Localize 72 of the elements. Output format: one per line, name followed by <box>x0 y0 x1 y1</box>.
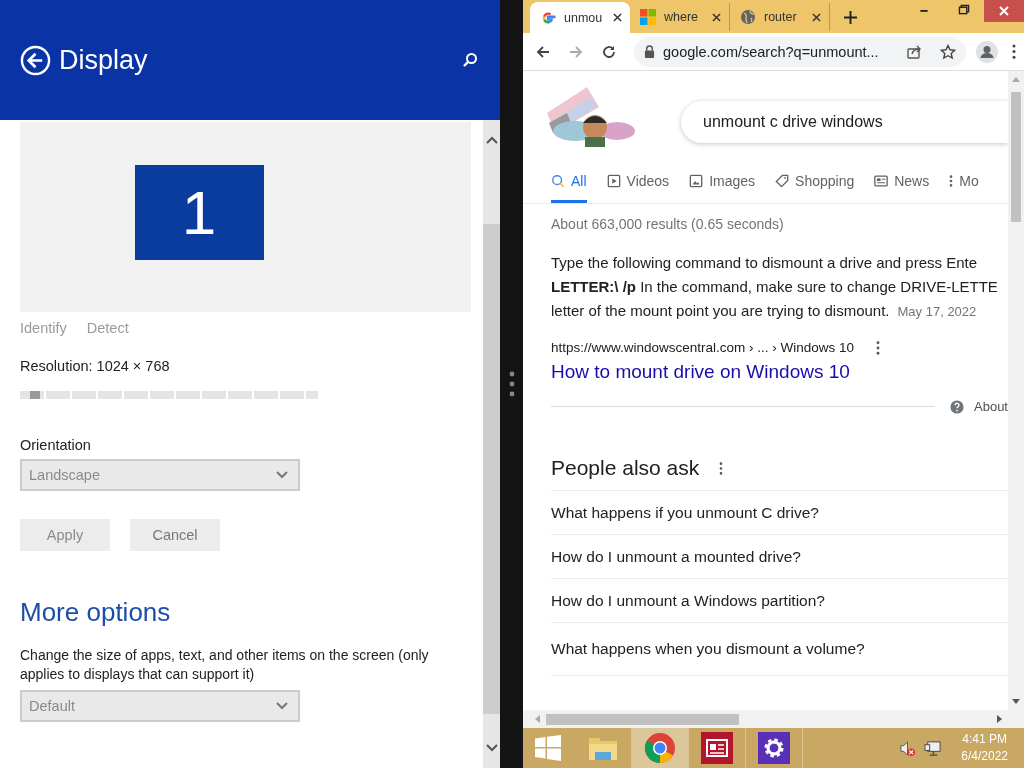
back-icon[interactable] <box>535 43 551 60</box>
result-link[interactable]: How to mount drive on Windows 10 <box>551 361 1008 383</box>
globe-icon <box>740 9 756 25</box>
google-icon <box>540 9 556 26</box>
monitor-tile[interactable]: 1 <box>134 165 264 260</box>
browser-tab[interactable]: router <box>730 3 830 31</box>
scroll-thumb[interactable] <box>1011 92 1021 222</box>
search-icon[interactable] <box>462 52 478 68</box>
search-tab[interactable]: Videos <box>606 159 670 203</box>
profile-icon[interactable] <box>976 40 998 63</box>
reader-icon <box>701 732 733 764</box>
about-link[interactable]: About <box>974 399 1008 414</box>
lock-icon <box>644 45 655 58</box>
chevron-down-icon <box>276 471 288 479</box>
start-icon[interactable] <box>535 735 561 761</box>
browser-tab[interactable]: unmou <box>530 2 630 33</box>
image-icon <box>689 174 704 188</box>
share-icon[interactable] <box>906 43 922 60</box>
scrollbar[interactable] <box>523 710 1024 728</box>
result-url: https://www.windowscentral.com › ... › Windows 10 <box>551 340 855 355</box>
scroll-up-icon[interactable] <box>485 136 498 144</box>
result-stats: About 663,000 results (0.65 seconds) <box>551 216 785 232</box>
scroll-down-icon[interactable] <box>1012 699 1020 704</box>
result-snippet: Type the following command to dismount a drive and press Ente LETTER:\ /p In the command, make sure to change DRIVE-LETTE letter of the mount point you are trying to dismount. May 17, 2022 <box>551 253 998 321</box>
new-tab-icon[interactable] <box>844 11 857 24</box>
network-icon[interactable] <box>924 739 942 757</box>
resolution-label: Resolution: 1024 × 768 <box>20 358 171 374</box>
section-heading: People also ask <box>551 456 700 480</box>
more-icon <box>949 174 954 188</box>
more-options-icon[interactable] <box>876 340 881 355</box>
chrome-icon <box>644 732 676 764</box>
help-icon[interactable] <box>950 399 964 414</box>
tag-icon <box>775 174 790 188</box>
orientation-label: Orientation <box>20 437 92 453</box>
star-icon[interactable] <box>940 43 956 60</box>
search-tab[interactable]: News <box>874 159 930 203</box>
question-item[interactable]: How do I unmount a mounted drive? <box>551 535 1008 579</box>
close-icon[interactable] <box>812 12 821 22</box>
play-icon <box>606 174 621 188</box>
muted-speaker-icon[interactable] <box>899 739 917 757</box>
scroll-thumb[interactable] <box>546 713 739 725</box>
reload-icon[interactable] <box>601 43 617 60</box>
four-squares-icon <box>640 9 656 25</box>
page-title: Display <box>59 44 149 76</box>
chevron-down-icon <box>276 702 288 710</box>
setting-description: Change the size of apps, text, and other items on the screen (only applies to displays that can support it) <box>20 646 430 684</box>
section-heading: More options <box>20 597 172 628</box>
search-tab[interactable]: Mo <box>949 159 979 203</box>
search-tab[interactable]: All <box>551 159 587 203</box>
newspaper-icon <box>874 174 889 188</box>
gear-icon <box>758 732 790 764</box>
scroll-right-icon[interactable] <box>997 715 1002 723</box>
browser-tab[interactable]: where <box>630 3 730 31</box>
search-icon <box>551 174 565 188</box>
question-item[interactable]: What happens if you unmount C drive? <box>551 491 1008 535</box>
more-options-icon[interactable] <box>719 461 724 475</box>
resolution-slider[interactable] <box>20 391 318 399</box>
scroll-thumb[interactable] <box>483 224 500 714</box>
scrollbar[interactable] <box>1008 71 1024 710</box>
scroll-down-icon[interactable] <box>485 744 498 752</box>
search-tab[interactable]: Shopping <box>775 159 855 203</box>
search-tab[interactable]: Images <box>689 159 756 203</box>
close-icon[interactable] <box>613 13 622 22</box>
address-bar[interactable]: google.com/search?q=unmount... <box>634 36 966 67</box>
back-icon[interactable] <box>20 44 51 76</box>
menu-icon[interactable] <box>1012 44 1016 59</box>
question-item[interactable]: How do I unmount a Windows partition? <box>551 579 1008 623</box>
grip-icon[interactable] <box>508 371 515 397</box>
search-field[interactable]: unmount c drive windows <box>681 101 1008 143</box>
close-icon[interactable] <box>712 12 721 22</box>
action-button[interactable]: Cancel <box>130 519 220 551</box>
scrollbar[interactable] <box>483 120 500 768</box>
